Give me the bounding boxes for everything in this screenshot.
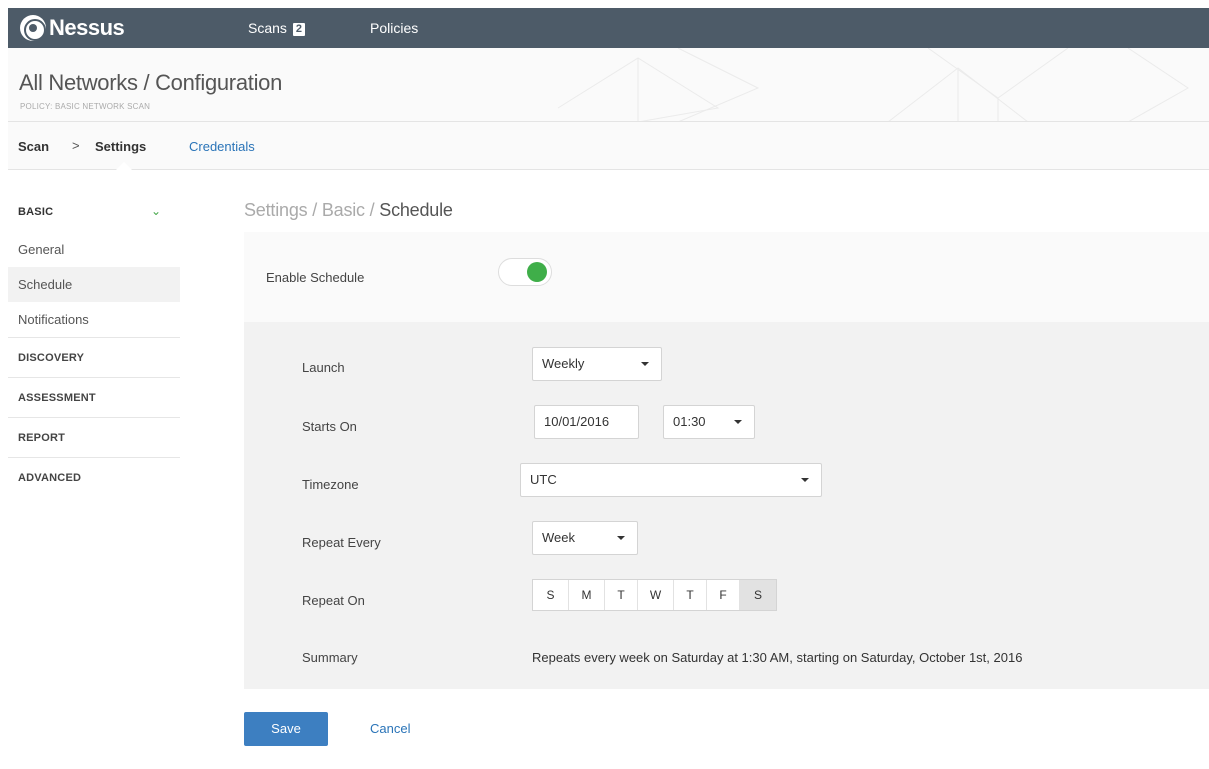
- sidebar-section-report[interactable]: REPORT: [8, 417, 180, 457]
- day-friday[interactable]: F: [707, 580, 740, 610]
- sidebar-section-discovery[interactable]: DISCOVERY: [8, 337, 180, 377]
- nav-policies[interactable]: Policies: [370, 8, 418, 48]
- header-background-pattern: [557, 48, 1189, 121]
- breadcrumb-separator-icon: >: [72, 138, 80, 153]
- save-button[interactable]: Save: [244, 712, 328, 746]
- sidebar-section-assessment[interactable]: ASSESSMENT: [8, 377, 180, 417]
- toggle-knob: [527, 262, 547, 282]
- caret-down-icon: [641, 362, 649, 366]
- breadcrumb-settings[interactable]: Settings: [95, 139, 146, 154]
- sidebar-item-notifications[interactable]: Notifications: [8, 302, 180, 337]
- start-time-select[interactable]: 01:30: [663, 405, 755, 439]
- day-thursday[interactable]: T: [674, 580, 707, 610]
- section-breadcrumb-path: Settings / Basic /: [244, 200, 380, 220]
- day-saturday[interactable]: S: [740, 580, 776, 610]
- start-date-input[interactable]: 10/01/2016: [534, 405, 639, 439]
- enable-schedule-panel: [244, 232, 1209, 322]
- enable-schedule-toggle[interactable]: [498, 258, 552, 286]
- active-step-pointer: [116, 162, 132, 170]
- section-breadcrumb: Settings / Basic / Schedule: [244, 200, 453, 221]
- breadcrumb-scan[interactable]: Scan: [18, 139, 49, 154]
- sidebar-section-basic-label: BASIC: [18, 206, 54, 218]
- cancel-link[interactable]: Cancel: [370, 721, 410, 736]
- day-tuesday[interactable]: T: [605, 580, 638, 610]
- page-header: All Networks / Configuration POLICY: BAS…: [8, 48, 1209, 122]
- schedule-summary: Repeats every week on Saturday at 1:30 A…: [532, 650, 1023, 665]
- sidebar-section-basic[interactable]: BASIC ⌄: [8, 192, 180, 232]
- settings-sidebar: BASIC ⌄ General Schedule Notifications D…: [8, 192, 180, 497]
- timezone-value: UTC: [530, 472, 557, 487]
- timezone-select[interactable]: UTC: [520, 463, 822, 497]
- repeat-every-select[interactable]: Week: [532, 521, 638, 555]
- caret-down-icon: [617, 536, 625, 540]
- launch-label: Launch: [302, 360, 345, 375]
- starts-on-label: Starts On: [302, 419, 357, 434]
- page-title: All Networks / Configuration: [19, 70, 283, 95]
- scans-count-badge: 2: [292, 23, 306, 36]
- day-wednesday[interactable]: W: [638, 580, 674, 610]
- summary-label: Summary: [302, 650, 358, 665]
- day-monday[interactable]: M: [569, 580, 605, 610]
- step-breadcrumb: Scan > Settings Credentials: [8, 122, 1209, 170]
- nessus-logo-icon: [20, 15, 46, 41]
- sidebar-section-advanced[interactable]: ADVANCED: [8, 457, 180, 497]
- launch-select[interactable]: Weekly: [532, 347, 662, 381]
- enable-schedule-label: Enable Schedule: [266, 270, 365, 285]
- nessus-logo[interactable]: Nessus: [20, 13, 125, 43]
- caret-down-icon: [801, 478, 809, 482]
- caret-down-icon: [734, 420, 742, 424]
- policy-subtitle: POLICY: BASIC NETWORK SCAN: [20, 102, 151, 111]
- day-sunday[interactable]: S: [533, 580, 569, 610]
- credentials-link[interactable]: Credentials: [189, 139, 255, 154]
- repeat-on-label: Repeat On: [302, 593, 365, 608]
- repeat-on-day-picker: S M T W T F S: [532, 579, 777, 611]
- timezone-label: Timezone: [302, 477, 359, 492]
- schedule-settings-panel: [244, 322, 1209, 689]
- chevron-down-icon[interactable]: ⌄: [151, 204, 161, 218]
- app-name: Nessus: [49, 15, 125, 40]
- launch-value: Weekly: [542, 356, 585, 371]
- section-breadcrumb-current: Schedule: [379, 200, 453, 220]
- repeat-every-value: Week: [542, 530, 575, 545]
- sidebar-item-schedule[interactable]: Schedule: [8, 267, 180, 302]
- start-time-value: 01:30: [673, 414, 706, 429]
- top-nav-bar: Nessus Scans 2 Policies: [8, 8, 1209, 48]
- nav-scans-label: Scans: [248, 20, 287, 36]
- nav-scans[interactable]: Scans 2: [248, 8, 306, 48]
- repeat-every-label: Repeat Every: [302, 535, 381, 550]
- sidebar-item-general[interactable]: General: [8, 232, 180, 267]
